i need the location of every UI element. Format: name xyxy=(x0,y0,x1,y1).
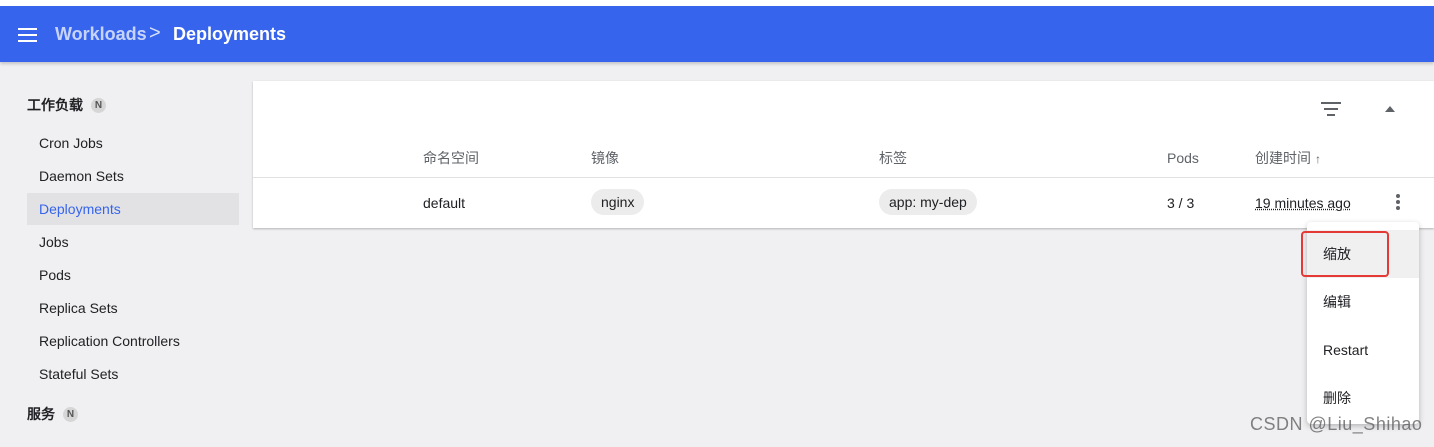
sidebar-nav: 工作负载 N Cron Jobs Daemon Sets Deployments… xyxy=(0,62,253,447)
image-chip: nginx xyxy=(591,189,645,215)
sidebar-item-stateful-sets[interactable]: Stateful Sets xyxy=(27,358,239,390)
column-header-pods[interactable]: Pods xyxy=(1167,149,1199,167)
cell-pods: 3 / 3 xyxy=(1167,195,1195,211)
breadcrumb-deployments: Deployments xyxy=(173,24,287,44)
menu-item-restart[interactable]: Restart xyxy=(1307,326,1419,374)
sidebar-item-daemon-sets[interactable]: Daemon Sets xyxy=(27,160,239,192)
sidebar-item-replication-controllers[interactable]: Replication Controllers xyxy=(27,325,239,357)
breadcrumb-workloads[interactable]: Workloads xyxy=(55,23,147,45)
table-divider xyxy=(253,177,1434,178)
collapse-arrow-icon[interactable] xyxy=(1385,106,1395,112)
cell-namespace[interactable]: default xyxy=(423,194,465,212)
column-header-namespace[interactable]: 命名空间 xyxy=(423,149,479,167)
nav-section-label: 工作负载 xyxy=(27,97,83,113)
sidebar-item-cron-jobs[interactable]: Cron Jobs xyxy=(27,127,239,159)
sidebar-item-pods[interactable]: Pods xyxy=(27,259,239,291)
sort-arrow-up-icon: ↑ xyxy=(1315,152,1321,166)
label-chip: app: my-dep xyxy=(879,189,977,215)
nav-section-workloads[interactable]: 工作负载 N xyxy=(27,95,106,115)
nav-section-label: 服务 xyxy=(27,406,55,422)
hamburger-menu-icon[interactable] xyxy=(18,28,37,42)
deployments-table-card: 命名空间 镜像 标签 Pods 创建时间 ↑ default nginx app:… xyxy=(253,81,1434,228)
sidebar-item-jobs[interactable]: Jobs xyxy=(27,226,239,258)
menu-item-edit[interactable]: 编辑 xyxy=(1307,278,1419,326)
column-header-labels[interactable]: 标签 xyxy=(879,149,907,167)
cell-created-time: 19 minutes ago xyxy=(1255,195,1351,211)
column-header-images[interactable]: 镜像 xyxy=(591,149,619,167)
more-actions-icon[interactable] xyxy=(1392,194,1404,212)
top-toolbar: Workloads > Deployments xyxy=(0,6,1434,62)
breadcrumb-chevron-icon: > xyxy=(149,22,161,44)
column-header-created-label: 创建时间 xyxy=(1255,150,1311,166)
sidebar-item-replica-sets[interactable]: Replica Sets xyxy=(27,292,239,324)
namespaced-badge: N xyxy=(91,97,106,113)
watermark: CSDN @Liu_Shihao xyxy=(1250,414,1423,434)
column-header-created[interactable]: 创建时间 ↑ xyxy=(1255,149,1321,168)
filter-icon[interactable] xyxy=(1321,102,1341,118)
nav-section-services[interactable]: 服务 N xyxy=(27,404,78,424)
namespaced-badge: N xyxy=(63,406,78,422)
sidebar-item-deployments[interactable]: Deployments xyxy=(27,193,239,225)
highlight-box xyxy=(1301,231,1389,277)
